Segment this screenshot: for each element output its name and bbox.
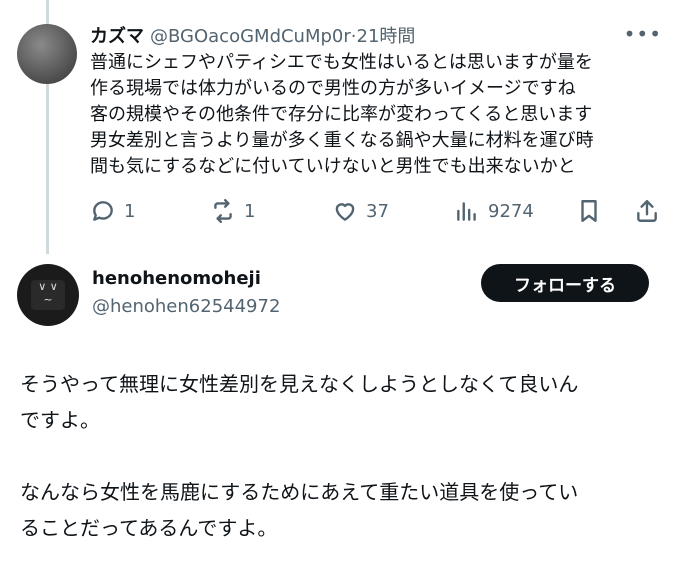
main-avatar[interactable]: ∨ ∨ ~	[17, 264, 79, 326]
reply-text-line: 作る現場では体力がいるので男性の方が多いイメージですね	[90, 78, 576, 99]
reply-author-handle[interactable]: @BGOacoGMdCuMp0r	[150, 26, 351, 47]
main-author-name[interactable]: henohenomoheji	[92, 268, 261, 289]
reply-action-bar: 1 1 37 9274	[90, 196, 660, 226]
like-count: 37	[366, 200, 389, 222]
bookmark-button[interactable]	[576, 196, 602, 226]
like-button[interactable]: 37	[332, 196, 389, 226]
reply-text: 普通にシェフやパティシエでも女性はいるとは思いますが量を 作る現場では体力がいる…	[90, 50, 660, 180]
reply-text-line: 客の規模やその他条件で存分に比率が変わってくると思います	[90, 104, 593, 125]
avatar-face-icon: ∨ ∨ ~	[31, 280, 65, 310]
reply-button[interactable]: 1	[90, 196, 135, 226]
reply-timestamp[interactable]: 21時間	[357, 26, 416, 47]
repost-count: 1	[244, 200, 256, 222]
main-post-paragraph: なんなら女性を馬鹿にするためにあえて重たい道具を使ってい ることだってあるんです…	[20, 474, 665, 546]
main-post-text: そうやって無理に女性差別を見えなくしようとしなくて良いん ですよ。 なんなら女性…	[20, 366, 665, 546]
reply-count: 1	[124, 200, 136, 222]
bookmark-icon	[581, 200, 597, 222]
reply-icon	[93, 201, 113, 221]
views-button[interactable]: 9274	[454, 196, 534, 226]
reply-text-line: 男女差別と言うより量が多く重くなる鍋や大量に材料を運び時	[90, 130, 594, 151]
main-post-paragraph: そうやって無理に女性差別を見えなくしようとしなくて良いん ですよ。	[20, 366, 665, 438]
main-post-line: ですよ。	[20, 408, 100, 432]
reply-header: カズマ @BGOacoGMdCuMp0r·21時間	[90, 22, 415, 48]
reply-avatar[interactable]	[17, 24, 77, 84]
reply-author-name[interactable]: カズマ	[90, 26, 144, 47]
repost-icon	[214, 198, 232, 224]
views-icon	[457, 202, 476, 221]
main-post-line: なんなら女性を馬鹿にするためにあえて重たい道具を使ってい	[20, 480, 579, 504]
share-icon	[637, 200, 657, 222]
follow-button[interactable]: フォローする	[481, 264, 649, 302]
repost-button[interactable]: 1	[210, 196, 255, 226]
like-icon	[335, 203, 355, 221]
reply-text-line: 普通にシェフやパティシエでも女性はいるとは思いますが量を	[90, 52, 593, 73]
main-author-handle[interactable]: @henohen62544972	[92, 296, 280, 317]
more-icon[interactable]: •••	[624, 22, 662, 46]
reply-text-line: 間も気にするなどに付いていけないと男性でも出来ないかと	[90, 156, 576, 177]
main-post-line: そうやって無理に女性差別を見えなくしようとしなくて良いん	[20, 372, 579, 396]
share-button[interactable]	[634, 196, 660, 226]
main-post-line: ることだってあるんですよ。	[20, 516, 278, 540]
views-count: 9274	[488, 200, 534, 222]
